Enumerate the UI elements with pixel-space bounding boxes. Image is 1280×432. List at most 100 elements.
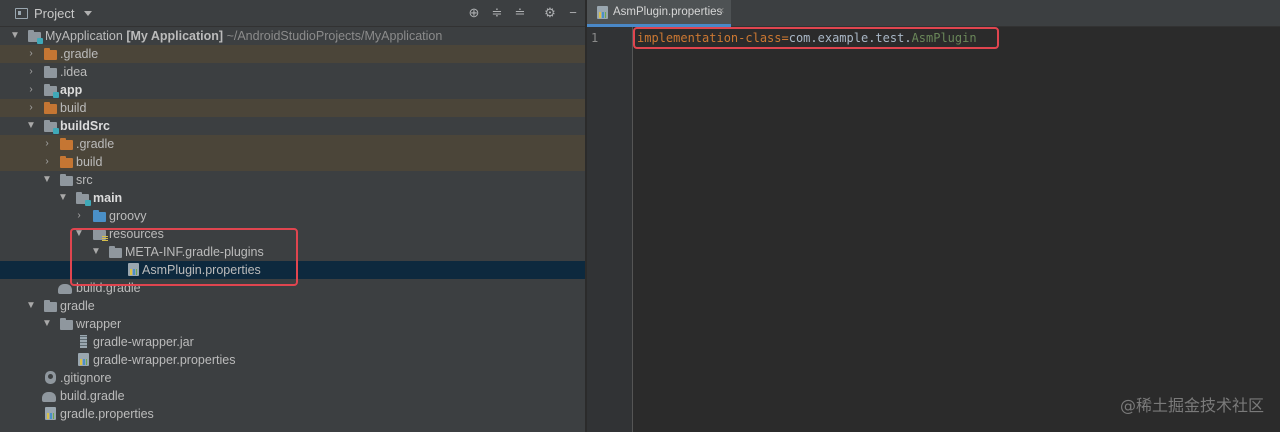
tree-item-gradle-properties[interactable]: gradle.properties	[0, 405, 585, 423]
chevron-down-icon[interactable]: ▼	[26, 117, 36, 135]
tree-item-gradle-wrapper-properties[interactable]: gradle-wrapper.properties	[0, 351, 585, 369]
tree-item-gitignore[interactable]: .gitignore	[0, 369, 585, 387]
chevron-right-icon[interactable]: ›	[26, 45, 36, 63]
chevron-right-icon[interactable]: ›	[26, 99, 36, 117]
tree-item-buildsrc-build-gradle[interactable]: build.gradle	[0, 279, 585, 297]
source-set-folder-icon	[76, 192, 91, 206]
project-panel-icon	[15, 8, 28, 19]
properties-file-icon	[128, 263, 139, 276]
chevron-right-icon[interactable]: ›	[42, 153, 52, 171]
tree-item-build[interactable]: › build	[0, 99, 585, 117]
chevron-down-icon[interactable]: ▼	[74, 225, 84, 243]
jar-file-icon	[80, 335, 87, 348]
tree-item-root[interactable]: ▼ MyApplication [My Application] ~/Andro…	[0, 27, 585, 45]
tree-item-src[interactable]: ▼ src	[0, 171, 585, 189]
tree-item-label: MyApplication [My Application] ~/Android…	[45, 29, 443, 43]
folder-icon	[109, 246, 122, 258]
chevron-down-icon[interactable]: ▼	[42, 315, 52, 333]
close-icon[interactable]: ×	[718, 5, 724, 17]
tree-item-label: .idea	[60, 65, 88, 79]
tree-item-label: build	[60, 101, 87, 115]
tree-item-dot-gradle[interactable]: › .gradle	[0, 45, 585, 63]
locate-icon[interactable]: ⊕	[466, 5, 482, 21]
tree-item-meta-inf[interactable]: ▼ META-INF.gradle-plugins	[0, 243, 585, 261]
line-number: 1	[591, 31, 599, 45]
chevron-down-icon[interactable]: ▼	[10, 27, 20, 45]
folder-icon	[44, 66, 57, 78]
project-view-selector[interactable]: Project	[34, 6, 74, 21]
tree-item-label: build.gradle	[60, 389, 125, 403]
tree-item-gradle-wrapper-jar[interactable]: gradle-wrapper.jar	[0, 333, 585, 351]
tree-item-label: src	[76, 173, 93, 187]
tree-item-label: .gradle	[76, 137, 115, 151]
properties-file-icon	[45, 407, 56, 420]
tree-item-app[interactable]: › app	[0, 81, 585, 99]
tree-item-idea[interactable]: › .idea	[0, 63, 585, 81]
tree-item-wrapper[interactable]: ▼ wrapper	[0, 315, 585, 333]
watermark: @稀土掘金技术社区	[1119, 396, 1264, 415]
chevron-down-icon[interactable]	[84, 11, 92, 16]
tab-label: AsmPlugin.properties	[613, 6, 723, 18]
chevron-down-icon[interactable]: ▼	[26, 297, 36, 315]
excluded-folder-icon	[60, 138, 73, 150]
ignore-file-icon	[45, 371, 56, 384]
chevron-down-icon[interactable]: ▼	[42, 171, 52, 189]
module-folder-icon	[44, 120, 59, 134]
tree-item-resources[interactable]: ▼ resources	[0, 225, 585, 243]
tree-item-label: build	[76, 155, 103, 169]
module-folder-icon	[44, 84, 59, 98]
tree-item-label: resources	[109, 227, 164, 241]
tree-item-label: wrapper	[76, 317, 122, 331]
minimize-icon[interactable]: −	[565, 5, 581, 21]
tree-item-label: groovy	[109, 209, 147, 223]
line-number-gutter: 1	[587, 27, 633, 432]
gradle-file-icon	[42, 392, 56, 402]
project-toolbar: Project ⊕ ≑ ≐ ⚙ −	[0, 0, 585, 27]
tree-item-label: .gitignore	[60, 371, 112, 385]
tree-item-label: app	[60, 83, 83, 97]
editor-tab-bar: AsmPlugin.properties ×	[587, 0, 1280, 27]
properties-file-icon	[78, 353, 89, 366]
chevron-down-icon[interactable]: ▼	[91, 243, 101, 261]
tree-item-label: main	[93, 191, 123, 205]
tree-item-gradle[interactable]: ▼ gradle	[0, 297, 585, 315]
module-folder-icon	[28, 30, 43, 44]
tree-item-buildsrc-build[interactable]: › build	[0, 153, 585, 171]
editor-panel: AsmPlugin.properties × 1 implementation-…	[587, 0, 1280, 432]
expand-all-icon[interactable]: ≑	[489, 5, 505, 21]
properties-file-icon	[597, 6, 608, 19]
resources-folder-icon	[93, 228, 108, 241]
tree-item-label: .gradle	[60, 47, 99, 61]
tree-item-main[interactable]: ▼ main	[0, 189, 585, 207]
tree-item-label: gradle-wrapper.jar	[93, 335, 194, 349]
tree-item-label: gradle-wrapper.properties	[93, 353, 236, 367]
tree-item-label: build.gradle	[76, 281, 141, 295]
folder-icon	[60, 174, 73, 186]
chevron-right-icon[interactable]: ›	[26, 63, 36, 81]
tree-item-build-gradle[interactable]: build.gradle	[0, 387, 585, 405]
tree-item-buildsrc-dot-gradle[interactable]: › .gradle	[0, 135, 585, 153]
chevron-right-icon[interactable]: ›	[42, 135, 52, 153]
tree-item-groovy[interactable]: › groovy	[0, 207, 585, 225]
source-folder-icon	[93, 210, 106, 222]
tab-asmplugin-properties[interactable]: AsmPlugin.properties ×	[587, 0, 731, 27]
folder-icon	[44, 300, 57, 312]
chevron-right-icon[interactable]: ›	[74, 207, 84, 225]
folder-icon	[60, 318, 73, 330]
chevron-right-icon[interactable]: ›	[26, 81, 36, 99]
project-panel: Project ⊕ ≑ ≐ ⚙ − ▼ MyApplication [My Ap…	[0, 0, 586, 432]
chevron-down-icon[interactable]: ▼	[58, 189, 68, 207]
tree-item-label: gradle.properties	[60, 407, 154, 421]
tree-item-label: gradle	[60, 299, 95, 313]
highlight-box	[633, 27, 999, 49]
excluded-folder-icon	[44, 48, 57, 60]
excluded-folder-icon	[60, 156, 73, 168]
tree-item-label: META-INF.gradle-plugins	[125, 245, 264, 259]
tree-item-label: buildSrc	[60, 119, 111, 133]
excluded-folder-icon	[44, 102, 57, 114]
gradle-file-icon	[58, 284, 72, 294]
tree-item-asmplugin-properties[interactable]: AsmPlugin.properties	[0, 261, 585, 279]
gear-icon[interactable]: ⚙	[542, 5, 558, 21]
collapse-all-icon[interactable]: ≐	[512, 5, 528, 21]
tree-item-buildsrc[interactable]: ▼ buildSrc	[0, 117, 585, 135]
